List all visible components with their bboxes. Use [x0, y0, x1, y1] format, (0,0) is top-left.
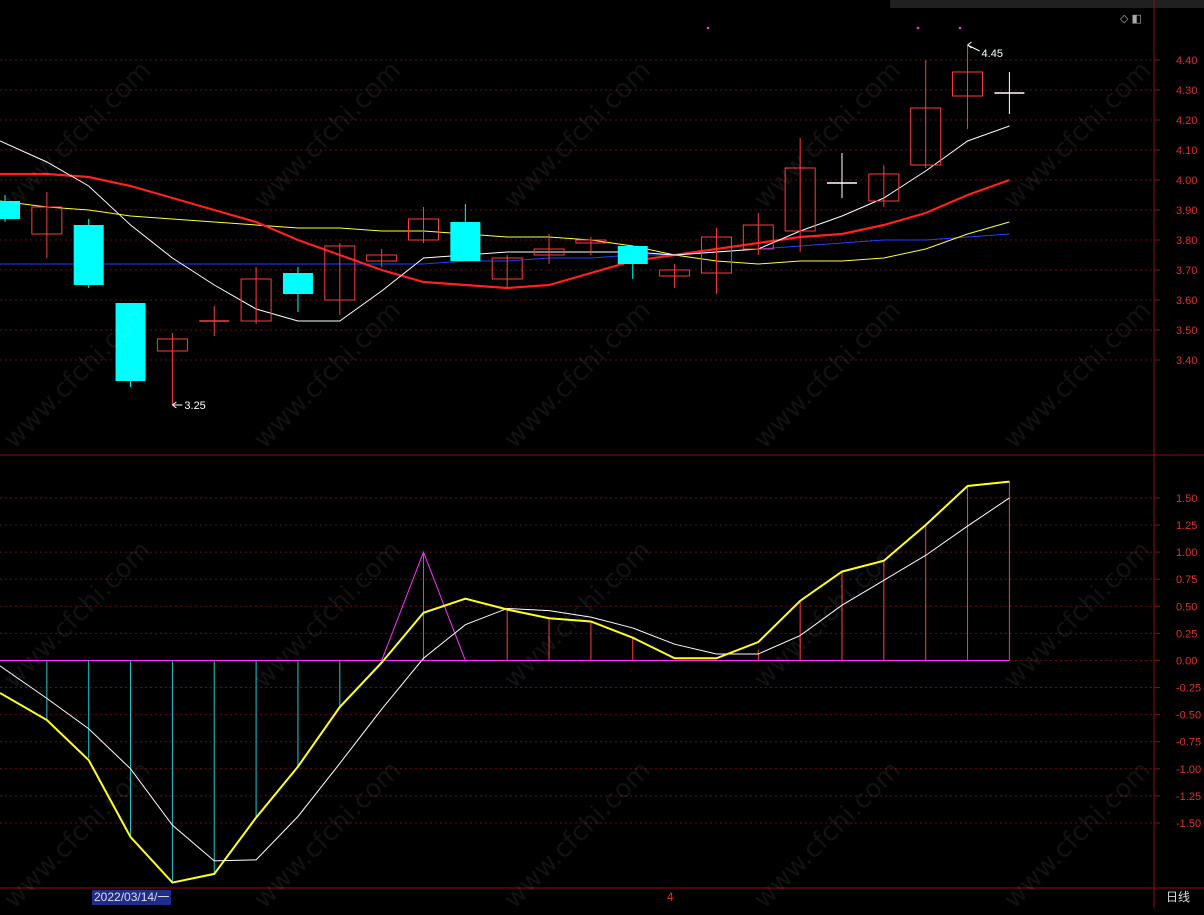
macd-tick-label: -1.50 — [1176, 818, 1201, 830]
price-tick-label: 4.20 — [1176, 115, 1197, 127]
ma20-line — [0, 172, 1010, 290]
signal-dot — [916, 26, 920, 30]
price-tick-label: 3.60 — [1176, 295, 1197, 307]
price-tick-label: 4.30 — [1176, 85, 1197, 97]
price-tick-label: 3.70 — [1176, 265, 1197, 277]
macd-tick-label: 0.00 — [1176, 655, 1197, 667]
candle-body — [617, 246, 648, 264]
stock-chart: 4.40 4.30 4.20 4.10 4.00 3.90 3.80 3.70 3.60 3.50… — [0, 0, 1204, 908]
price-tick-label: 3.40 — [1176, 355, 1197, 367]
macd-tick-label: -0.50 — [1176, 710, 1201, 722]
macd-tick-label: 0.50 — [1176, 601, 1197, 613]
high-price-label: 4.45 — [982, 48, 1003, 60]
cursor-date-label: 2022/03/14/一 — [92, 890, 172, 905]
bottom-marker: 4 — [667, 890, 674, 904]
candle-body — [73, 225, 104, 285]
price-tick-label: 4.00 — [1176, 175, 1197, 187]
macd-tick-label: 0.75 — [1176, 574, 1197, 586]
macd-tick-label: -0.25 — [1176, 683, 1201, 695]
macd-tick-label: 0.25 — [1176, 628, 1197, 640]
macd-dif-line — [0, 480, 1010, 884]
price-tick-label: 3.90 — [1176, 205, 1197, 217]
candle-body — [115, 303, 146, 381]
ma5-line — [0, 125, 1010, 322]
high-arrow-icon — [967, 41, 980, 52]
signal-dot — [958, 26, 962, 30]
low-arrow-icon — [172, 401, 183, 409]
signal-dot — [706, 26, 710, 30]
price-tick-label: 3.50 — [1176, 325, 1197, 337]
macd-tick-label: -1.25 — [1176, 791, 1201, 803]
macd-tick-label: 1.50 — [1176, 493, 1197, 505]
macd-tick-label: -1.00 — [1176, 764, 1201, 776]
price-tick-label: 3.80 — [1176, 235, 1197, 247]
candle-body — [0, 201, 20, 219]
price-tick-label: 4.10 — [1176, 145, 1197, 157]
period-label[interactable]: 日线 — [1166, 890, 1190, 905]
candle-body — [282, 273, 313, 294]
macd-tick-label: 1.00 — [1176, 547, 1197, 559]
macd-tick-label: 1.25 — [1176, 520, 1197, 532]
low-price-label: 3.25 — [184, 400, 205, 412]
price-tick-label: 4.40 — [1176, 55, 1197, 67]
candle-body — [450, 222, 481, 261]
macd-tick-label: -0.75 — [1176, 737, 1201, 749]
